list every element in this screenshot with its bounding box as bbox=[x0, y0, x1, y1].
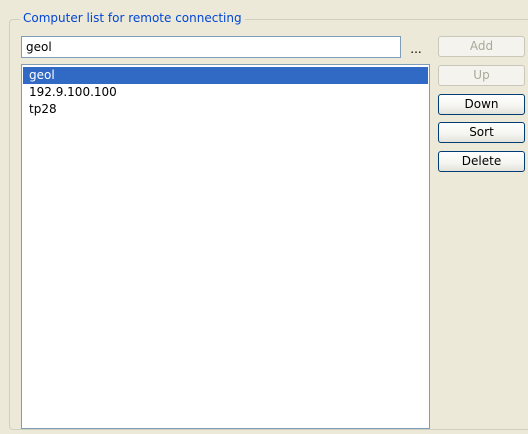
down-button[interactable]: Down bbox=[438, 94, 525, 115]
list-item[interactable]: geol bbox=[23, 67, 428, 84]
computer-name-input[interactable] bbox=[21, 36, 401, 58]
groupbox-title: Computer list for remote connecting bbox=[20, 11, 245, 25]
up-button[interactable]: Up bbox=[438, 65, 525, 86]
sort-button[interactable]: Sort bbox=[438, 122, 525, 143]
delete-button[interactable]: Delete bbox=[438, 151, 525, 172]
add-button[interactable]: Add bbox=[438, 36, 525, 57]
dialog-panel: Computer list for remote connecting ... … bbox=[0, 0, 528, 434]
list-item[interactable]: 192.9.100.100 bbox=[23, 84, 428, 101]
browse-button[interactable]: ... bbox=[404, 36, 428, 58]
list-item[interactable]: tp28 bbox=[23, 101, 428, 118]
computer-listbox[interactable]: geol 192.9.100.100 tp28 bbox=[21, 64, 430, 429]
